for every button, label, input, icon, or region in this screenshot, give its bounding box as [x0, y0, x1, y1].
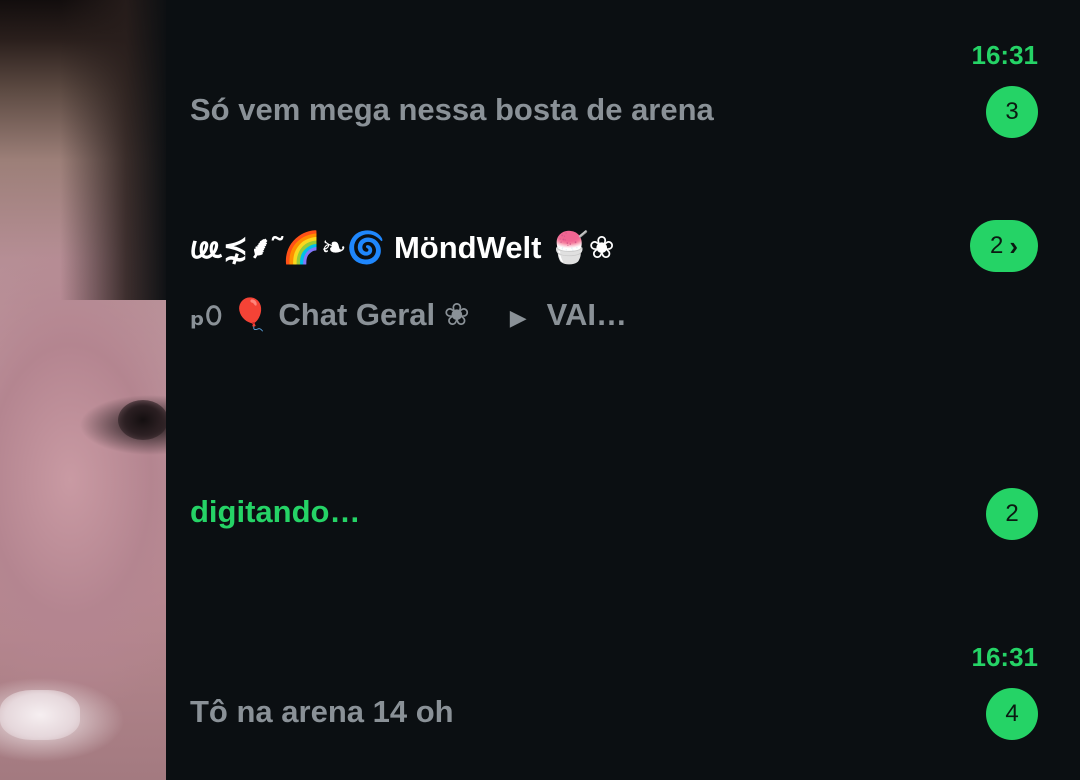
unread-badge: 4 [986, 688, 1038, 740]
typing-status: digitando… [190, 494, 361, 529]
chat-time: 16:31 [971, 40, 1039, 70]
message-sender-group: ₚ௦ 🎈 Chat Geral ❀ [190, 297, 470, 332]
unread-badge: 2 [986, 488, 1038, 540]
chat-time: 16:31 [971, 642, 1039, 672]
unread-badge: 2 › [970, 220, 1038, 272]
message-text: VAI… [546, 297, 628, 332]
contact-avatar-photo[interactable] [0, 0, 166, 780]
chat-last-message: ₚ௦ 🎈 Chat Geral ❀ ▶ VAI… [190, 296, 1010, 337]
chat-last-message: Tô na arena 14 oh [190, 694, 454, 729]
play-arrow-icon: ▶ [509, 305, 527, 330]
chevron-right-icon: › [1009, 230, 1019, 261]
avatar-hair-shading [60, 0, 166, 300]
avatar-eye-shading [118, 400, 166, 440]
unread-badge: 3 [986, 86, 1038, 138]
unread-count: 2 [989, 232, 1004, 259]
chat-title: 𖺙⋨⸙˜🌈❧🌀 MöndWelt 🍧❀ [190, 230, 615, 265]
avatar-smile-shading [0, 690, 80, 740]
chat-last-message: Só vem mega nessa bosta de arena [190, 92, 714, 127]
